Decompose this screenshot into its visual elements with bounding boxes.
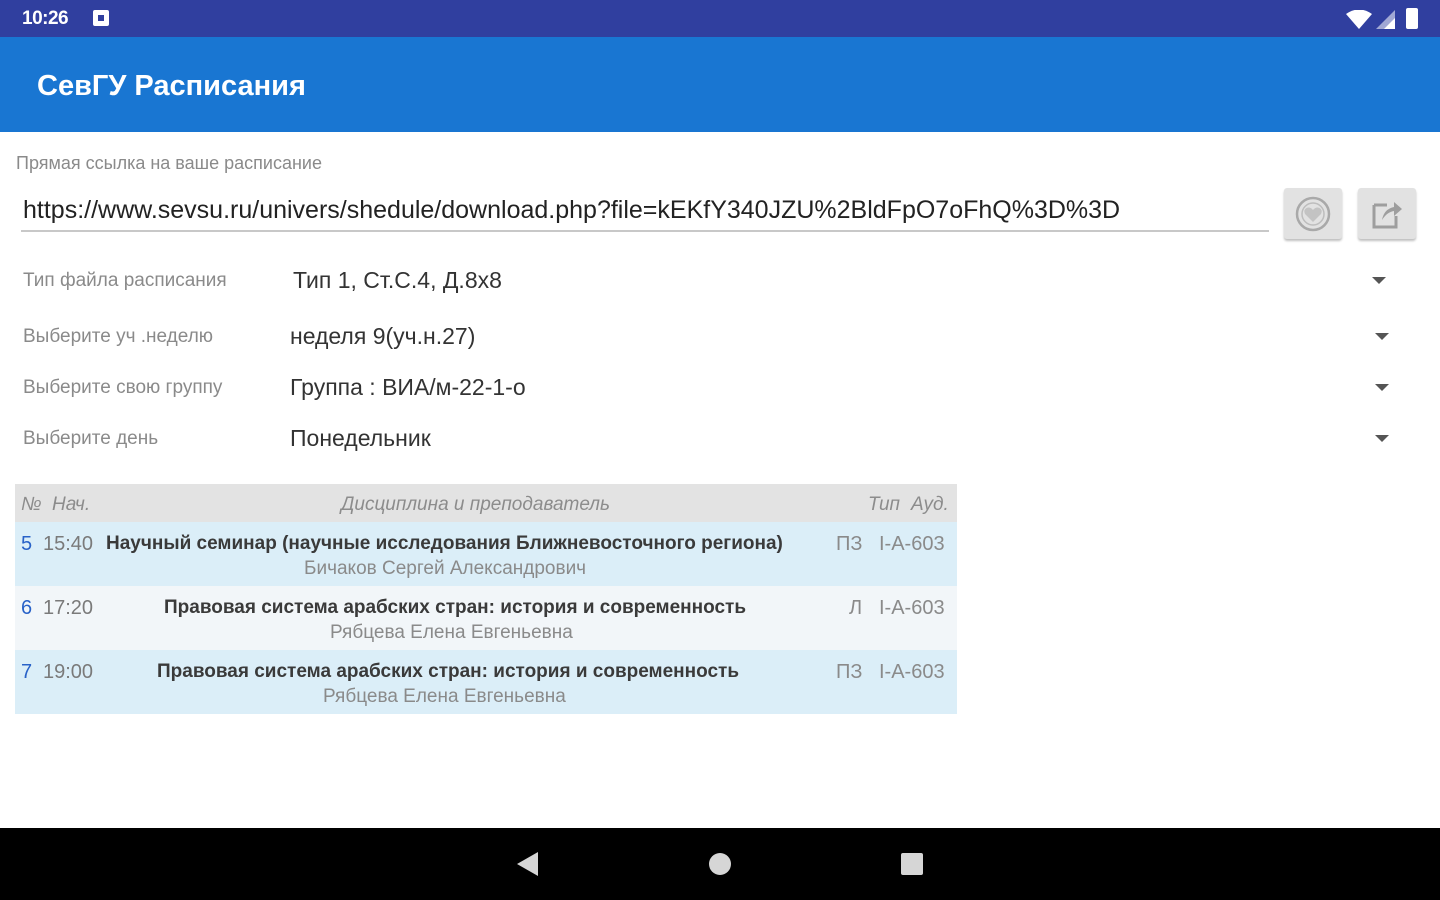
schedule-table: № Нач. Дисциплина и преподаватель Тип Ау… xyxy=(15,484,957,714)
schedule-type-label: Тип файла расписания xyxy=(23,270,227,291)
schedule-link-input[interactable] xyxy=(21,190,1269,232)
group-label: Выберите свою группу xyxy=(23,377,223,398)
app-bar: СевГУ Расписания xyxy=(0,37,1440,132)
dropdown-arrow-icon xyxy=(1375,384,1389,391)
lesson-number: 5 xyxy=(21,533,33,555)
status-time: 10:26 xyxy=(22,8,69,29)
lesson-time: 17:20 xyxy=(43,597,94,619)
favorite-button[interactable] xyxy=(1284,188,1342,239)
lesson-room: I-A-603 xyxy=(879,597,945,619)
lesson-type: ПЗ xyxy=(836,661,863,683)
share-icon xyxy=(1372,201,1402,228)
lesson-time: 19:00 xyxy=(43,661,94,683)
dropdown-arrow-icon xyxy=(1372,277,1386,284)
battery-icon xyxy=(1406,8,1418,29)
dropdown-arrow-icon xyxy=(1375,435,1389,442)
day-spinner[interactable]: Выберите день Понедельник xyxy=(0,420,1440,460)
wifi-icon xyxy=(1346,10,1372,29)
header-num: № xyxy=(21,494,42,515)
schedule-row[interactable]: 6 17:20 Правовая система арабских стран:… xyxy=(15,586,957,650)
lesson-time: 15:40 xyxy=(43,533,94,555)
day-value: Понедельник xyxy=(290,425,431,451)
header-room: Ауд. xyxy=(911,494,949,515)
lesson-number: 7 xyxy=(21,661,33,683)
app-title: СевГУ Расписания xyxy=(37,70,306,102)
lesson-teacher: Бичаков Сергей Александрович xyxy=(304,558,587,579)
notification-icon xyxy=(93,10,109,26)
lesson-room: I-A-603 xyxy=(879,533,945,555)
week-value: неделя 9(уч.н.27) xyxy=(290,323,476,349)
share-button[interactable] xyxy=(1358,188,1416,239)
dropdown-arrow-icon xyxy=(1375,333,1389,340)
header-start: Нач. xyxy=(52,494,91,515)
signal-icon xyxy=(1376,10,1395,29)
lesson-discipline: Правовая система арабских стран: история… xyxy=(157,661,740,682)
recent-apps-icon[interactable] xyxy=(901,853,923,875)
lesson-type: Л xyxy=(849,597,863,619)
navigation-bar xyxy=(0,828,1440,900)
day-label: Выберите день xyxy=(23,428,159,449)
link-label: Прямая ссылка на ваше расписание xyxy=(16,153,322,173)
schedule-type-value: Тип 1, Ст.С.4, Д.8х8 xyxy=(293,267,502,293)
week-label: Выберите уч .неделю xyxy=(23,326,214,347)
group-spinner[interactable]: Выберите свою группу Группа : ВИА/м-22-1… xyxy=(0,369,1440,409)
header-type: Тип xyxy=(868,494,900,515)
header-discipline: Дисциплина и преподаватель xyxy=(341,494,610,515)
favorite-icon xyxy=(1295,196,1331,231)
group-value: Группа : ВИА/м-22-1-о xyxy=(290,374,526,400)
schedule-row[interactable]: 5 15:40 Научный семинар (научные исследо… xyxy=(15,522,957,586)
lesson-teacher: Рябцева Елена Евгеньевна xyxy=(330,622,573,643)
lesson-discipline: Научный семинар (научные исследования Бл… xyxy=(106,533,783,554)
lesson-number: 6 xyxy=(21,597,33,619)
back-icon[interactable] xyxy=(517,852,538,876)
lesson-type: ПЗ xyxy=(836,533,863,555)
lesson-teacher: Рябцева Елена Евгеньевна xyxy=(323,686,566,707)
schedule-type-spinner[interactable]: Тип файла расписания Тип 1, Ст.С.4, Д.8х… xyxy=(0,262,1440,302)
status-bar: 10:26 xyxy=(0,0,1440,37)
schedule-header: № Нач. Дисциплина и преподаватель Тип Ау… xyxy=(15,484,957,522)
schedule-row[interactable]: 7 19:00 Правовая система арабских стран:… xyxy=(15,650,957,714)
week-spinner[interactable]: Выберите уч .неделю неделя 9(уч.н.27) xyxy=(0,318,1440,358)
lesson-discipline: Правовая система арабских стран: история… xyxy=(164,597,747,618)
lesson-room: I-A-603 xyxy=(879,661,945,683)
home-icon[interactable] xyxy=(709,853,731,875)
